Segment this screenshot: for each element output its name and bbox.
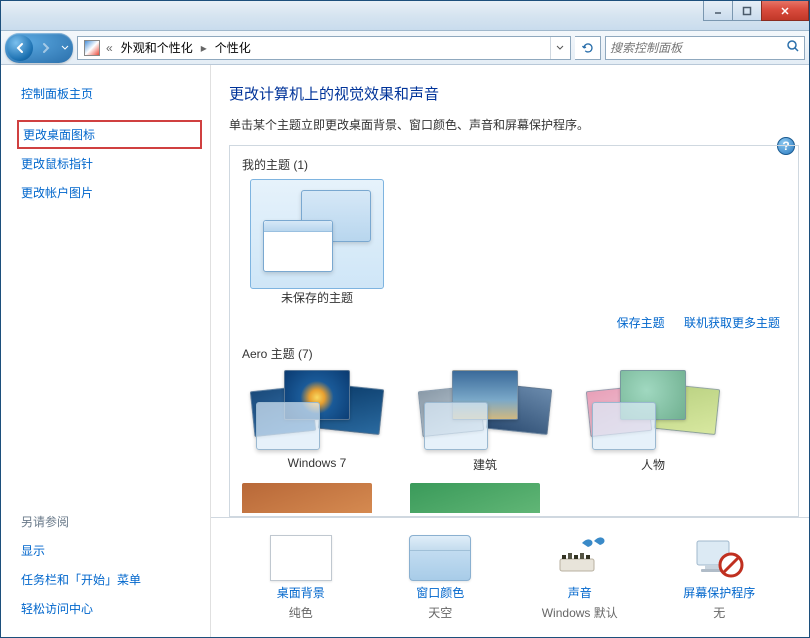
theme-architecture[interactable]: 建筑 [410, 368, 560, 473]
desktop-background-icon [270, 535, 332, 581]
sidebar-change-account-picture[interactable]: 更改帐户图片 [17, 178, 202, 207]
nav-buttons [5, 33, 73, 63]
setting-name: 声音 [568, 584, 592, 601]
forward-button[interactable] [33, 35, 59, 61]
sidebar-taskbar-start[interactable]: 任务栏和「开始」菜单 [17, 565, 202, 594]
sidebar-ease-of-access[interactable]: 轻松访问中心 [17, 594, 202, 623]
nav-row: « 外观和个性化 ▸ 个性化 [1, 31, 809, 65]
page-title: 更改计算机上的视觉效果和声音 [229, 83, 799, 104]
control-panel-icon [84, 40, 100, 56]
setting-value: Windows 默认 [542, 604, 618, 621]
back-button[interactable] [7, 35, 33, 61]
sound-icon [549, 535, 611, 581]
window-color-icon [409, 535, 471, 581]
get-more-themes-link[interactable]: 联机获取更多主题 [684, 316, 780, 330]
aero-themes-grid: Windows 7 建筑 [242, 368, 786, 473]
window-frame: « 外观和个性化 ▸ 个性化 控制面板主页 更改桌面图标 更改鼠标指针 更改帐户… [0, 0, 810, 638]
theme-name: Windows 7 [288, 456, 347, 470]
theme-unsaved[interactable]: 未保存的主题 [242, 179, 392, 306]
chevron-right-icon: ▸ [199, 41, 209, 55]
save-theme-link[interactable]: 保存主题 [617, 316, 665, 330]
close-button[interactable] [761, 1, 809, 21]
screensaver-icon [688, 535, 750, 581]
setting-desktop-background[interactable]: 桌面背景 纯色 [241, 535, 361, 621]
refresh-button[interactable] [575, 36, 601, 60]
setting-name: 屏幕保护程序 [683, 584, 755, 601]
page-subtitle: 单击某个主题立即更改桌面背景、窗口颜色、声音和屏幕保护程序。 [229, 116, 799, 133]
setting-name: 桌面背景 [277, 584, 325, 601]
breadcrumb-appearance[interactable]: 外观和个性化 [115, 37, 199, 59]
address-bar[interactable]: « 外观和个性化 ▸ 个性化 [77, 36, 571, 60]
theme-windows7[interactable]: Windows 7 [242, 368, 392, 473]
aero-themes-heading: Aero 主题 (7) [242, 341, 786, 368]
search-input[interactable] [610, 41, 786, 55]
aero-partial-row [242, 483, 786, 513]
setting-screensaver[interactable]: 屏幕保护程序 无 [659, 535, 779, 621]
minimize-button[interactable] [703, 1, 733, 21]
breadcrumb-sep: « [104, 41, 115, 55]
setting-value: 无 [713, 604, 725, 621]
maximize-button[interactable] [732, 1, 762, 21]
address-dropdown[interactable] [550, 37, 568, 59]
my-themes-grid: 未保存的主题 [242, 179, 786, 306]
body: 控制面板主页 更改桌面图标 更改鼠标指针 更改帐户图片 另请参阅 显示 任务栏和… [1, 65, 809, 637]
setting-value: 天空 [428, 604, 452, 621]
themes-panel: 我的主题 (1) 未保存的主题 [229, 145, 799, 517]
sidebar: 控制面板主页 更改桌面图标 更改鼠标指针 更改帐户图片 另请参阅 显示 任务栏和… [1, 65, 211, 637]
my-themes-heading: 我的主题 (1) [242, 152, 786, 179]
bottom-bar: 桌面背景 纯色 窗口颜色 天空 [211, 517, 809, 637]
setting-window-color[interactable]: 窗口颜色 天空 [380, 535, 500, 621]
sidebar-home[interactable]: 控制面板主页 [17, 79, 202, 108]
sidebar-change-desktop-icons[interactable]: 更改桌面图标 [17, 120, 202, 149]
theme-partial[interactable] [242, 483, 372, 513]
theme-partial[interactable] [410, 483, 540, 513]
setting-sound[interactable]: 声音 Windows 默认 [520, 535, 640, 621]
setting-name: 窗口颜色 [416, 584, 464, 601]
titlebar [1, 1, 809, 31]
setting-value: 纯色 [289, 604, 313, 621]
nav-history-dropdown[interactable] [59, 45, 71, 51]
theme-actions: 保存主题 联机获取更多主题 [242, 306, 786, 341]
search-box[interactable] [605, 36, 805, 60]
theme-name: 建筑 [473, 456, 497, 473]
theme-people[interactable]: 人物 [578, 368, 728, 473]
search-icon[interactable] [786, 39, 800, 56]
theme-name: 人物 [641, 456, 665, 473]
main-inner: 更改计算机上的视觉效果和声音 单击某个主题立即更改桌面背景、窗口颜色、声音和屏幕… [211, 65, 809, 517]
sidebar-display[interactable]: 显示 [17, 536, 202, 565]
sidebar-see-also-heading: 另请参阅 [17, 507, 202, 536]
window-controls [704, 1, 809, 21]
theme-name: 未保存的主题 [281, 289, 353, 306]
main: ? 更改计算机上的视觉效果和声音 单击某个主题立即更改桌面背景、窗口颜色、声音和… [211, 65, 809, 637]
sidebar-change-mouse-pointer[interactable]: 更改鼠标指针 [17, 149, 202, 178]
breadcrumb-personalization[interactable]: 个性化 [209, 37, 257, 59]
